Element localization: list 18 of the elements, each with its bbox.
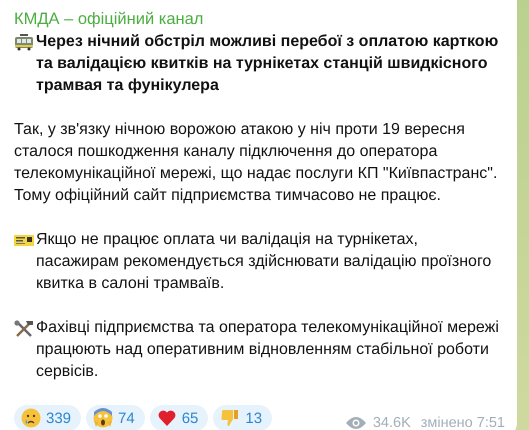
heart-icon	[156, 408, 177, 428]
message-paragraph: Якщо не працює оплата чи валідація на турнікетах, пасажирам рекомендується здійснювати валідацію проїзного квитка в салоні трамваїв.	[36, 230, 492, 294]
screaming-face-icon	[93, 408, 114, 428]
ticket-icon	[14, 232, 34, 249]
tram-icon	[14, 34, 34, 51]
message-paragraph: Так, у зв'язку нічною ворожою атакою у ніч проти 19 вересня сталося пошкодження каналу підключення до оператора телекомунікаційної мережі, що надає послуги КП "Київпастранс". Тому офіційний сайт підприємства тимчасово не працює.	[14, 120, 498, 206]
thumbs-down-icon	[220, 408, 240, 428]
reaction-button[interactable]: 13	[213, 405, 272, 430]
channel-name[interactable]: КМДА – офіційний канал	[14, 8, 505, 30]
reaction-button[interactable]: 65	[150, 405, 208, 430]
message-paragraph: Фахівці підприємства та оператора телекомунікаційної мережі працюють над оперативним відновленням стабільної роботи сервісів.	[36, 318, 500, 382]
reaction-button[interactable]: 339	[14, 405, 82, 430]
view-count: 34.6K	[372, 415, 411, 430]
crying-face-icon	[21, 408, 41, 428]
reaction-button[interactable]: 74	[86, 405, 145, 430]
tools-icon	[14, 320, 34, 337]
message-headline: Через нічний обстріл можливі перебої з оплатою карткою та валідацією квитків на турнікетах станцій швидкісного трамвая та фунікулера	[36, 32, 500, 96]
edited-time: змінено 7:51	[420, 415, 505, 430]
